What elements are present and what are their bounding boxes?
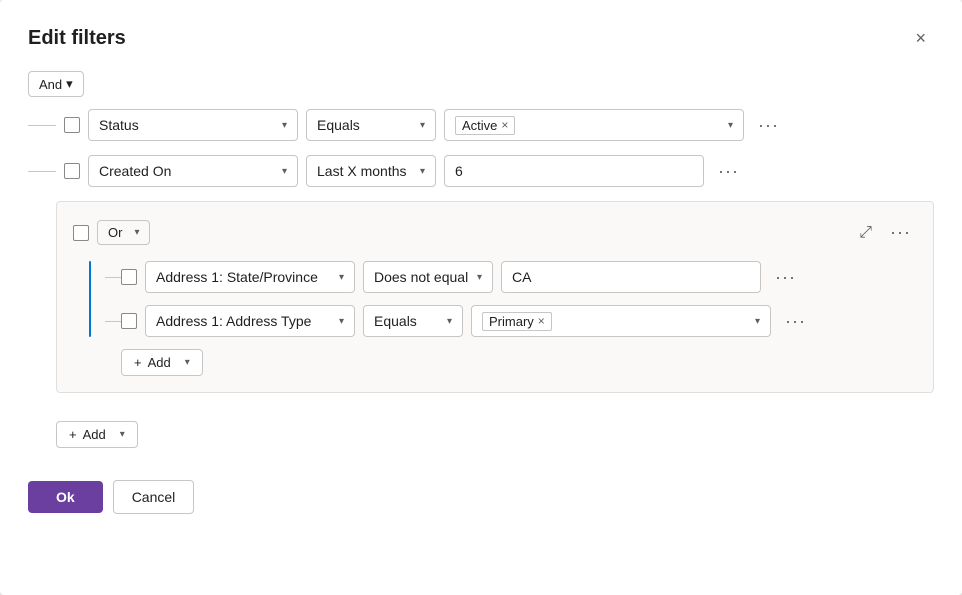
status-filter-row: Status ▾ Equals ▾ Active × ▾ ··· [28,109,934,141]
state-filter-row: Address 1: State/Province ▾ Does not equ… [89,261,917,293]
status-checkbox[interactable] [64,117,80,133]
state-more-button[interactable]: ··· [769,263,802,292]
address-type-value-tag: Primary × [482,312,552,331]
inner-add-plus-icon: + [134,355,142,370]
inner-add-row: + Add ▾ [73,349,917,376]
created-on-operator-chevron-icon: ▾ [420,166,425,177]
and-button[interactable]: And ▾ [28,71,84,97]
state-operator-label: Does not equal [374,269,468,285]
status-tag-label: Active [462,118,497,133]
address-type-tag-label: Primary [489,314,534,329]
ok-button[interactable]: Ok [28,481,103,513]
inner-add-button[interactable]: + Add ▾ [121,349,203,376]
state-value-text: CA [512,269,531,285]
collapse-button[interactable]: ⤢ [855,220,876,246]
or-group-left: Or ▾ [73,220,150,245]
main-add-label: Add [83,427,106,442]
main-add-row: + Add ▾ [28,421,934,448]
state-operator-select[interactable]: Does not equal ▾ [363,261,493,293]
main-add-plus-icon: + [69,427,77,442]
status-operator-label: Equals [317,117,360,133]
or-group: Or ▾ ⤢ ··· Address 1: State/Province [56,201,934,393]
created-on-operator-select[interactable]: Last X months ▾ [306,155,436,187]
cancel-button[interactable]: Cancel [113,480,195,514]
address-type-operator-label: Equals [374,313,417,329]
created-on-operator-label: Last X months [317,163,407,179]
address-type-value-field[interactable]: Primary × ▾ [471,305,771,337]
created-on-field-select[interactable]: Created On ▾ [88,155,298,187]
created-on-more-button[interactable]: ··· [712,157,745,186]
or-group-header: Or ▾ ⤢ ··· [73,218,917,247]
or-group-more-button[interactable]: ··· [884,218,917,247]
state-checkbox[interactable] [121,269,137,285]
main-add-chevron-icon: ▾ [120,429,125,440]
status-value-field[interactable]: Active × ▾ [444,109,744,141]
and-label: And [39,77,62,92]
status-field-select[interactable]: Status ▾ [88,109,298,141]
or-group-checkbox[interactable] [73,225,89,241]
address-type-field-select[interactable]: Address 1: Address Type ▾ [145,305,355,337]
status-field-chevron-icon: ▾ [282,120,287,131]
state-value-field[interactable]: CA [501,261,761,293]
dialog-title: Edit filters [28,27,126,50]
footer: Ok Cancel [28,480,934,514]
inner-add-label: Add [148,355,171,370]
state-field-chevron-icon: ▾ [339,272,344,283]
or-inner-content: Address 1: State/Province ▾ Does not equ… [73,261,917,337]
created-on-filter-row: Created On ▾ Last X months ▾ 6 ··· [28,155,934,187]
created-on-value-text: 6 [455,163,463,179]
address-type-checkbox[interactable] [121,313,137,329]
status-operator-select[interactable]: Equals ▾ [306,109,436,141]
address-type-filter-row: Address 1: Address Type ▾ Equals ▾ Prima… [89,305,917,337]
status-value-chevron-icon: ▾ [728,120,733,131]
address-type-more-button[interactable]: ··· [779,307,812,336]
and-chevron-icon: ▾ [66,76,73,92]
edit-filters-dialog: Edit filters × And ▾ Status ▾ Equals ▾ A… [0,0,962,595]
state-field-select[interactable]: Address 1: State/Province ▾ [145,261,355,293]
created-on-value-field[interactable]: 6 [444,155,704,187]
close-button[interactable]: × [907,24,934,53]
dialog-header: Edit filters × [28,24,934,53]
or-chevron-icon: ▾ [134,227,139,238]
main-add-button[interactable]: + Add ▾ [56,421,138,448]
address-type-operator-select[interactable]: Equals ▾ [363,305,463,337]
address-type-operator-chevron-icon: ▾ [447,316,452,327]
or-group-actions: ⤢ ··· [855,218,917,247]
or-label: Or [108,225,122,240]
status-more-button[interactable]: ··· [752,111,785,140]
status-operator-chevron-icon: ▾ [420,120,425,131]
created-on-field-label: Created On [99,163,171,179]
status-value-tag: Active × [455,116,515,135]
address-type-field-chevron-icon: ▾ [339,316,344,327]
address-type-field-label: Address 1: Address Type [156,313,311,329]
inner-add-chevron-icon: ▾ [185,357,190,368]
state-field-label: Address 1: State/Province [156,269,318,285]
state-operator-chevron-icon: ▾ [477,272,482,283]
address-type-tag-remove-icon[interactable]: × [538,314,545,328]
and-row: And ▾ [28,71,934,97]
address-type-value-chevron-icon: ▾ [755,316,760,327]
or-button[interactable]: Or ▾ [97,220,150,245]
created-on-checkbox[interactable] [64,163,80,179]
status-tag-remove-icon[interactable]: × [501,118,508,132]
status-field-label: Status [99,117,139,133]
created-on-field-chevron-icon: ▾ [282,166,287,177]
